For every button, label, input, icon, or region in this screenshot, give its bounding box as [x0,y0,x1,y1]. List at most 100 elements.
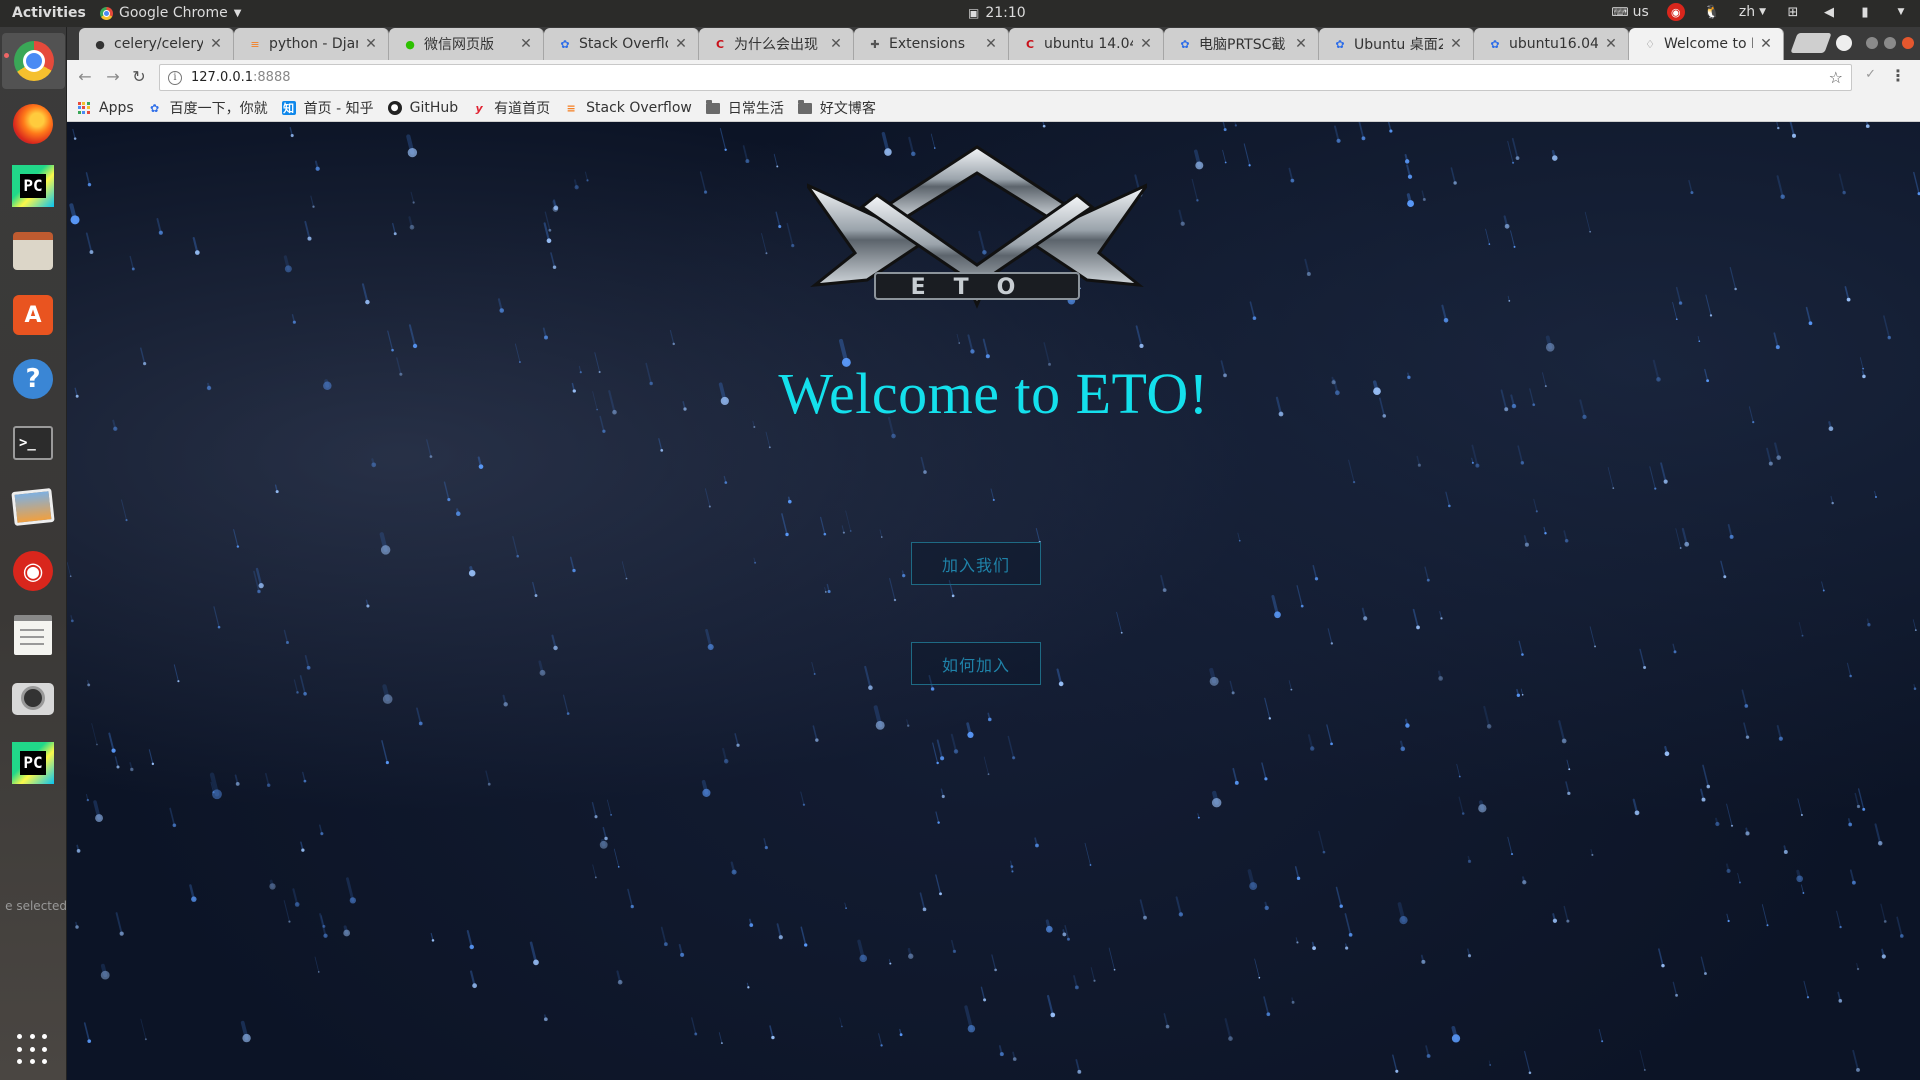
clock[interactable]: ▣ 21:10 [968,5,1026,21]
launcher-firefox[interactable] [10,101,56,147]
bookmark-zhihu[interactable]: 知 首页 - 知乎 [281,98,374,118]
puzzle-icon: ✚ [870,37,880,51]
launcher-shotwell[interactable] [10,484,56,530]
bookmark-youdao[interactable]: y 有道首页 [472,98,551,118]
launcher-terminal[interactable]: >_ [10,420,56,466]
bookmark-stackoverflow[interactable]: ≡ Stack Overflow [564,100,692,116]
bookmark-folder-daily[interactable]: 日常生活 [705,98,784,118]
reload-button[interactable]: ↻ [129,67,149,87]
maximize-button[interactable] [1884,37,1896,49]
tab[interactable]: ≡ python - Djan ✕ [234,28,389,60]
chrome-menu-icon[interactable]: ⋮ [1890,66,1906,85]
close-tab-icon[interactable]: ✕ [364,36,378,52]
apps-grid-icon [17,1034,49,1066]
chrome-icon [100,6,113,20]
launcher-text-editor[interactable] [10,612,56,658]
volume-icon[interactable]: ◀ [1820,3,1838,21]
netease-music-tray-icon[interactable]: ◉ [1666,3,1685,21]
running-indicator [4,53,9,58]
welcome-heading: Welcome to ETO! [778,361,1209,426]
network-icon[interactable]: ⊞ [1784,3,1802,21]
profile-icon[interactable] [1836,35,1852,51]
launcher-netease-music[interactable]: ◉ [10,548,56,594]
chevron-down-icon: ▼ [1759,7,1766,17]
tab[interactable]: Cubuntu 14.04 ✕ [1009,28,1164,60]
close-tab-icon[interactable]: ✕ [209,36,223,52]
close-tab-icon[interactable]: ✕ [1139,36,1153,52]
bookmark-apps[interactable]: Apps [77,100,134,116]
close-tab-icon[interactable]: ✕ [1759,36,1773,52]
forward-button[interactable]: → [103,67,123,87]
back-button[interactable]: ← [75,67,95,87]
extension-icon[interactable]: ✓ [1865,67,1876,82]
bookmark-label: 百度一下，你就 [169,101,268,117]
clock-time: 21:10 [985,5,1026,21]
wechat-icon: ● [405,37,415,51]
software-center-icon: A [13,295,53,335]
close-tab-icon[interactable]: ✕ [1294,36,1308,52]
tab[interactable]: ✿ Ubuntu 桌面2 ✕ [1319,28,1474,60]
app-menu[interactable]: Google Chrome ▼ [100,5,241,21]
bookmark-label: GitHub [409,100,459,116]
tab-title: 电脑PRTSC截 [1199,37,1286,53]
system-tray: ⌨ us ◉ 🐧 zh ▼ ⊞ ◀ ▮ ▼ [1611,3,1910,21]
close-tab-icon[interactable]: ✕ [984,36,998,52]
bookmark-label: 好文博客 [819,101,876,117]
bookmark-github[interactable]: ● GitHub [387,100,459,116]
system-menu-icon[interactable]: ▼ [1892,3,1910,21]
launcher-pycharm[interactable]: PC [10,163,56,209]
bookmark-baidu[interactable]: ✿ 百度一下，你就 [148,98,268,118]
bookmark-folder-blogs[interactable]: 好文博客 [797,98,876,118]
logo-text: ETO [911,275,1044,300]
tab[interactable]: ✿ Stack Overflo ✕ [544,28,699,60]
join-us-button[interactable]: 加入我们 [911,542,1041,585]
battery-icon[interactable]: ▮ [1856,3,1874,21]
launcher-files[interactable] [10,228,56,274]
tab-active[interactable]: ♢ Welcome to E ✕ [1629,28,1784,60]
github-icon: ● [95,37,105,51]
tux-icon[interactable]: 🐧 [1703,3,1721,21]
input-method-label: zh [1738,4,1756,20]
launcher-help[interactable]: ? [10,356,56,402]
bookmark-label: 有道首页 [494,101,551,117]
tab[interactable]: ● celery/celery: ✕ [79,28,234,60]
launcher-screenshot[interactable] [10,676,56,722]
zhihu-icon: 知 [281,101,296,115]
launcher-pycharm-2[interactable]: PC [10,740,56,786]
github-icon: ● [387,101,402,115]
tab-strip: ● celery/celery: ✕ ≡ python - Djan ✕ ● 微信网页版 ✕… [67,27,1920,60]
photos-icon [11,488,55,526]
show-applications-button[interactable] [10,1027,56,1073]
keyboard-layout[interactable]: ⌨ us [1611,4,1649,20]
window-controls [1836,35,1914,51]
baidu-icon: ✿ [150,101,160,115]
close-tab-icon[interactable]: ✕ [674,36,688,52]
tab[interactable]: ● 微信网页版 ✕ [389,28,544,60]
tab[interactable]: ✿ 电脑PRTSC截 ✕ [1164,28,1319,60]
tab-title: python - Djan [269,36,358,52]
close-tab-icon[interactable]: ✕ [519,36,533,52]
new-tab-button[interactable] [1790,33,1832,53]
tab[interactable]: ✚ Extensions ✕ [854,28,1009,60]
close-tab-icon[interactable]: ✕ [829,36,843,52]
launcher-software[interactable]: A [10,292,56,338]
baidu-icon: ✿ [560,37,570,51]
activities-button[interactable]: Activities [12,5,86,21]
bookmark-star-icon[interactable]: ☆ [1829,68,1843,87]
csdn-icon: C [715,37,725,51]
close-window-button[interactable] [1902,37,1914,49]
tab[interactable]: ✿ ubuntu16.04 ✕ [1474,28,1629,60]
tab[interactable]: C 为什么会出现 ✕ [699,28,854,60]
info-icon[interactable]: i [168,70,182,85]
address-bar[interactable]: i 127.0.0.1:8888 ☆ [159,64,1852,91]
how-to-join-button[interactable]: 如何加入 [911,642,1041,685]
bookmark-label: 首页 - 知乎 [303,101,374,117]
close-tab-icon[interactable]: ✕ [1449,36,1463,52]
tab-title: 微信网页版 [424,37,494,53]
close-tab-icon[interactable]: ✕ [1604,36,1618,52]
launcher-chrome[interactable] [2,33,65,89]
ubuntu-top-panel: Activities Google Chrome ▼ ▣ 21:10 ⌨ us … [0,0,1920,27]
input-method[interactable]: zh ▼ [1739,4,1766,20]
minimize-button[interactable] [1866,37,1878,49]
csdn-icon: C [1025,37,1035,51]
